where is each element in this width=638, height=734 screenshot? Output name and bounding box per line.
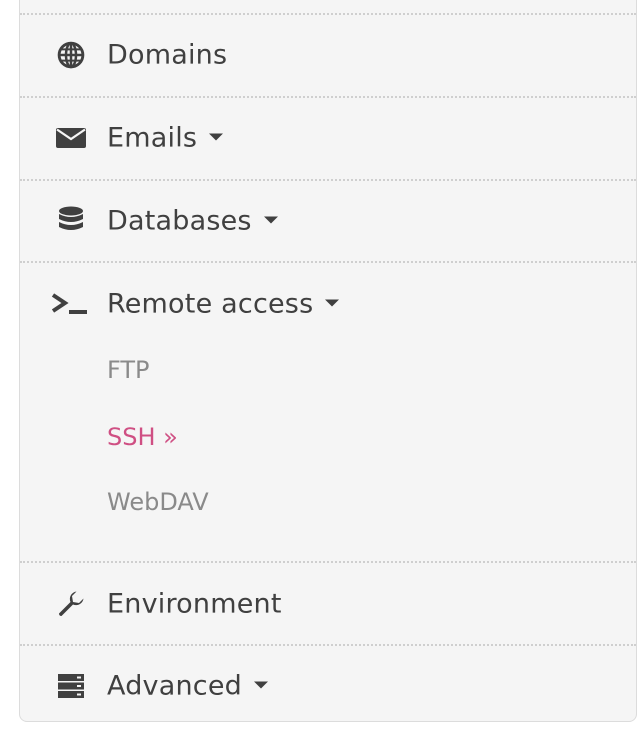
subnav-item-ssh[interactable]: SSH » <box>107 423 178 451</box>
envelope-icon <box>54 121 88 155</box>
wrench-icon <box>54 587 88 621</box>
nav-item-remote-access[interactable]: Remote access <box>20 263 636 345</box>
nav-item-label: Databases <box>107 205 252 237</box>
nav-item-advanced[interactable]: Advanced <box>20 645 636 727</box>
chevron-down-icon <box>263 216 278 224</box>
nav-item-label: Advanced <box>107 670 242 702</box>
nav-item-label: Remote access <box>107 288 314 320</box>
nav-item-domains[interactable]: Domains <box>20 14 636 96</box>
chevron-down-icon <box>253 681 268 689</box>
globe-icon <box>54 38 88 72</box>
nav-item-databases[interactable]: Databases <box>20 180 636 262</box>
nav-item-label: Emails <box>107 122 198 154</box>
chevron-down-icon <box>325 299 340 307</box>
database-icon <box>54 204 88 238</box>
subnav-item-ftp[interactable]: FTP <box>107 356 150 384</box>
nav-item-label: Domains <box>107 39 228 71</box>
nav-item-emails[interactable]: Emails <box>20 97 636 179</box>
server-icon <box>54 669 88 703</box>
terminal-icon <box>50 287 90 321</box>
chevron-down-icon <box>209 133 224 141</box>
nav-item-label: Environment <box>107 588 282 620</box>
subnav-item-webdav[interactable]: WebDAV <box>107 488 209 516</box>
nav-item-environment[interactable]: Environment <box>20 563 636 645</box>
